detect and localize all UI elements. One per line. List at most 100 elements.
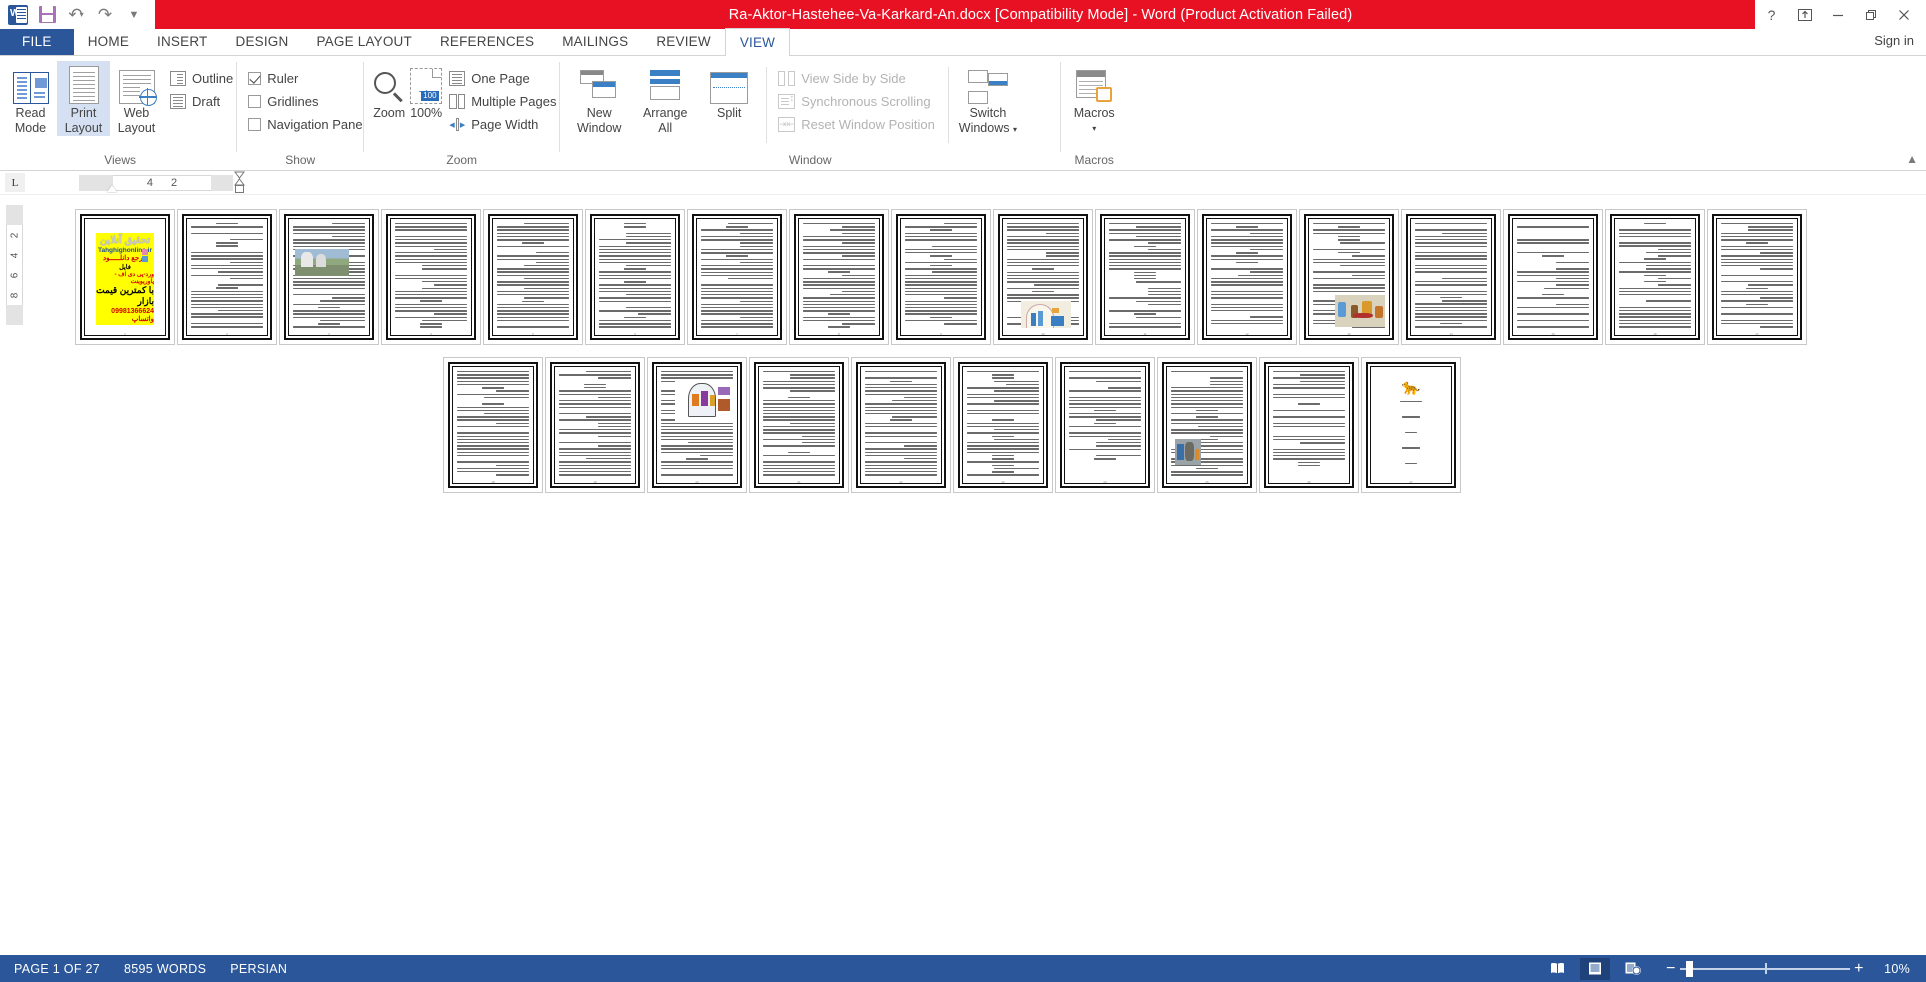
page-thumbnail[interactable]: 17 — [1707, 209, 1807, 345]
zoom-button[interactable]: Zoom — [370, 61, 408, 121]
synchronous-scrolling-button[interactable]: ↕ Synchronous Scrolling — [775, 90, 938, 113]
reset-window-position-button[interactable]: ⇥⇤ Reset Window Position — [775, 113, 938, 136]
view-side-by-side-button[interactable]: View Side by Side — [775, 67, 938, 90]
save-icon[interactable] — [34, 2, 60, 28]
chevron-down-icon: ▾ — [1012, 125, 1017, 134]
page-width-button[interactable]: ◀ ▶ Page Width — [446, 113, 559, 136]
navigation-pane-checkbox-row[interactable]: Navigation Pane — [245, 113, 365, 136]
web-layout-button[interactable]: Web Layout — [110, 61, 163, 136]
tab-stop-selector[interactable]: L — [5, 173, 25, 192]
collapse-ribbon-icon[interactable]: ▲ — [1906, 152, 1918, 166]
switch-windows-button[interactable]: Switch Windows ▾ — [955, 61, 1021, 137]
arrange-all-button[interactable]: Arrange All — [632, 61, 698, 136]
tab-design[interactable]: DESIGN — [222, 28, 303, 55]
outline-view-label: Outline — [192, 71, 234, 86]
close-icon[interactable] — [1887, 0, 1920, 29]
page-thumbnail[interactable]: 19 — [545, 357, 645, 493]
page-thumbnail[interactable]: 12 — [1197, 209, 1297, 345]
read-mode-button[interactable]: Read Mode — [4, 61, 57, 136]
split-button[interactable]: Split — [698, 61, 760, 121]
word-count-status[interactable]: 8595 WORDS — [124, 962, 206, 976]
page-thumbnail[interactable]: 4 — [381, 209, 481, 345]
page-thumbnail[interactable]: 24 — [1055, 357, 1155, 493]
ribbon-tab-bar: FILE HOME INSERT DESIGN PAGE LAYOUT REFE… — [0, 28, 1926, 56]
zoom-slider-handle[interactable] — [1686, 960, 1693, 977]
page-thumbnail[interactable]: 8 — [789, 209, 889, 345]
ruler-checkbox-row[interactable]: Ruler — [245, 67, 365, 90]
minimize-icon[interactable] — [1821, 0, 1854, 29]
gridlines-checkbox[interactable] — [248, 95, 262, 108]
page-thumbnail[interactable]: 3 — [279, 209, 379, 345]
page-thumbnail[interactable]: 16 — [1605, 209, 1705, 345]
multiple-pages-label: Multiple Pages — [471, 94, 557, 109]
zoom-slider[interactable]: − + — [1662, 960, 1868, 977]
page-count-status[interactable]: PAGE 1 OF 27 — [14, 962, 100, 976]
page-thumbnail[interactable]: 15 — [1503, 209, 1603, 345]
macros-chevron-down-icon[interactable]: ▾ — [1092, 121, 1096, 136]
word-app-icon[interactable]: W — [5, 2, 31, 28]
tab-page-layout[interactable]: PAGE LAYOUT — [302, 28, 425, 55]
print-layout-view-icon[interactable] — [1580, 957, 1610, 980]
draft-view-button[interactable]: Draft — [167, 90, 236, 113]
print-layout-button[interactable]: Print Layout — [57, 61, 110, 136]
tab-view[interactable]: VIEW — [724, 28, 791, 56]
page-thumbnail[interactable]: 5 — [483, 209, 583, 345]
page-thumbnail[interactable]: 23 — [953, 357, 1053, 493]
page-thumbnail[interactable]: 2 — [177, 209, 277, 345]
tab-file[interactable]: FILE — [0, 28, 74, 55]
page-thumbnail[interactable]: 🐆 27 — [1361, 357, 1461, 493]
page-thumbnail[interactable]: 26 — [1259, 357, 1359, 493]
page-width-label: Page Width — [471, 117, 539, 132]
page-thumbnail[interactable]: 22 — [851, 357, 951, 493]
tab-home[interactable]: HOME — [74, 28, 143, 55]
new-window-button[interactable]: New Window — [566, 61, 632, 136]
page-thumbnail[interactable]: 20 — [647, 357, 747, 493]
page-thumbnail[interactable]: 21 — [749, 357, 849, 493]
page-thumbnail[interactable]: تحقیق آنلاین Tahghighonline.ir مرجع دانلــ… — [75, 209, 175, 345]
read-mode-view-icon[interactable] — [1542, 958, 1572, 980]
page-thumbnail[interactable]: 10 — [993, 209, 1093, 345]
page-thumbnail[interactable]: 6 — [585, 209, 685, 345]
undo-icon[interactable]: ↶ ▾ — [63, 2, 89, 28]
macros-button[interactable]: Macros ▾ — [1061, 61, 1127, 136]
outline-view-button[interactable]: Outline — [167, 67, 236, 90]
zoom-slider-track[interactable] — [1680, 960, 1850, 977]
ribbon-display-options-icon[interactable] — [1788, 0, 1821, 29]
ribbon-group-zoom-label: Zoom — [446, 153, 478, 167]
language-status[interactable]: PERSIAN — [230, 962, 287, 976]
page-thumbnail[interactable]: 25 — [1157, 357, 1257, 493]
multiple-pages-button[interactable]: Multiple Pages — [446, 90, 559, 113]
navigation-pane-checkbox[interactable] — [248, 118, 262, 131]
tab-insert[interactable]: INSERT — [143, 28, 221, 55]
window-title: Ra-Aktor-Hastehee-Va-Karkard-An.docx [Co… — [728, 6, 1353, 23]
page-thumbnail[interactable]: 11 — [1095, 209, 1195, 345]
switch-windows-label-top: Switch — [969, 106, 1007, 120]
restore-icon[interactable] — [1854, 0, 1887, 29]
customize-quick-access-toolbar-icon[interactable]: ▼ — [121, 2, 147, 28]
ruler-mark-2: 2 — [171, 176, 178, 189]
page-thumbnail[interactable]: 18 — [443, 357, 543, 493]
zoom-out-button[interactable]: − — [1662, 960, 1680, 977]
tab-references[interactable]: REFERENCES — [426, 28, 548, 55]
web-layout-view-icon[interactable] — [1618, 958, 1648, 980]
right-indent-marker-icon[interactable] — [234, 171, 245, 198]
page-thumbnail[interactable]: 7 — [687, 209, 787, 345]
page-thumbnail[interactable]: 9 — [891, 209, 991, 345]
new-window-label-bottom: Window — [576, 121, 622, 135]
tab-review[interactable]: REVIEW — [642, 28, 724, 55]
ruler-checkbox[interactable] — [248, 72, 262, 85]
help-icon[interactable]: ? — [1755, 0, 1788, 29]
one-page-button[interactable]: One Page — [446, 67, 559, 90]
page-thumbnail[interactable]: 13 — [1299, 209, 1399, 345]
left-indent-marker-icon[interactable] — [107, 184, 117, 192]
zoom-100-button[interactable]: → 100 100% — [408, 61, 444, 121]
tab-mailings[interactable]: MAILINGS — [548, 28, 642, 55]
document-area[interactable]: 2 4 6 8 تحقیق آنلاین Tahghighonline.ir مرج… — [0, 195, 1926, 930]
gridlines-checkbox-row[interactable]: Gridlines — [245, 90, 365, 113]
zoom-level-label[interactable]: 10% — [1876, 962, 1910, 976]
zoom-in-button[interactable]: + — [1850, 960, 1868, 977]
sign-in-link[interactable]: Sign in — [1874, 33, 1914, 48]
redo-icon[interactable]: ↷ — [92, 2, 118, 28]
page-thumbnail[interactable]: 14 — [1401, 209, 1501, 345]
horizontal-ruler[interactable]: 4 2 — [79, 171, 245, 193]
